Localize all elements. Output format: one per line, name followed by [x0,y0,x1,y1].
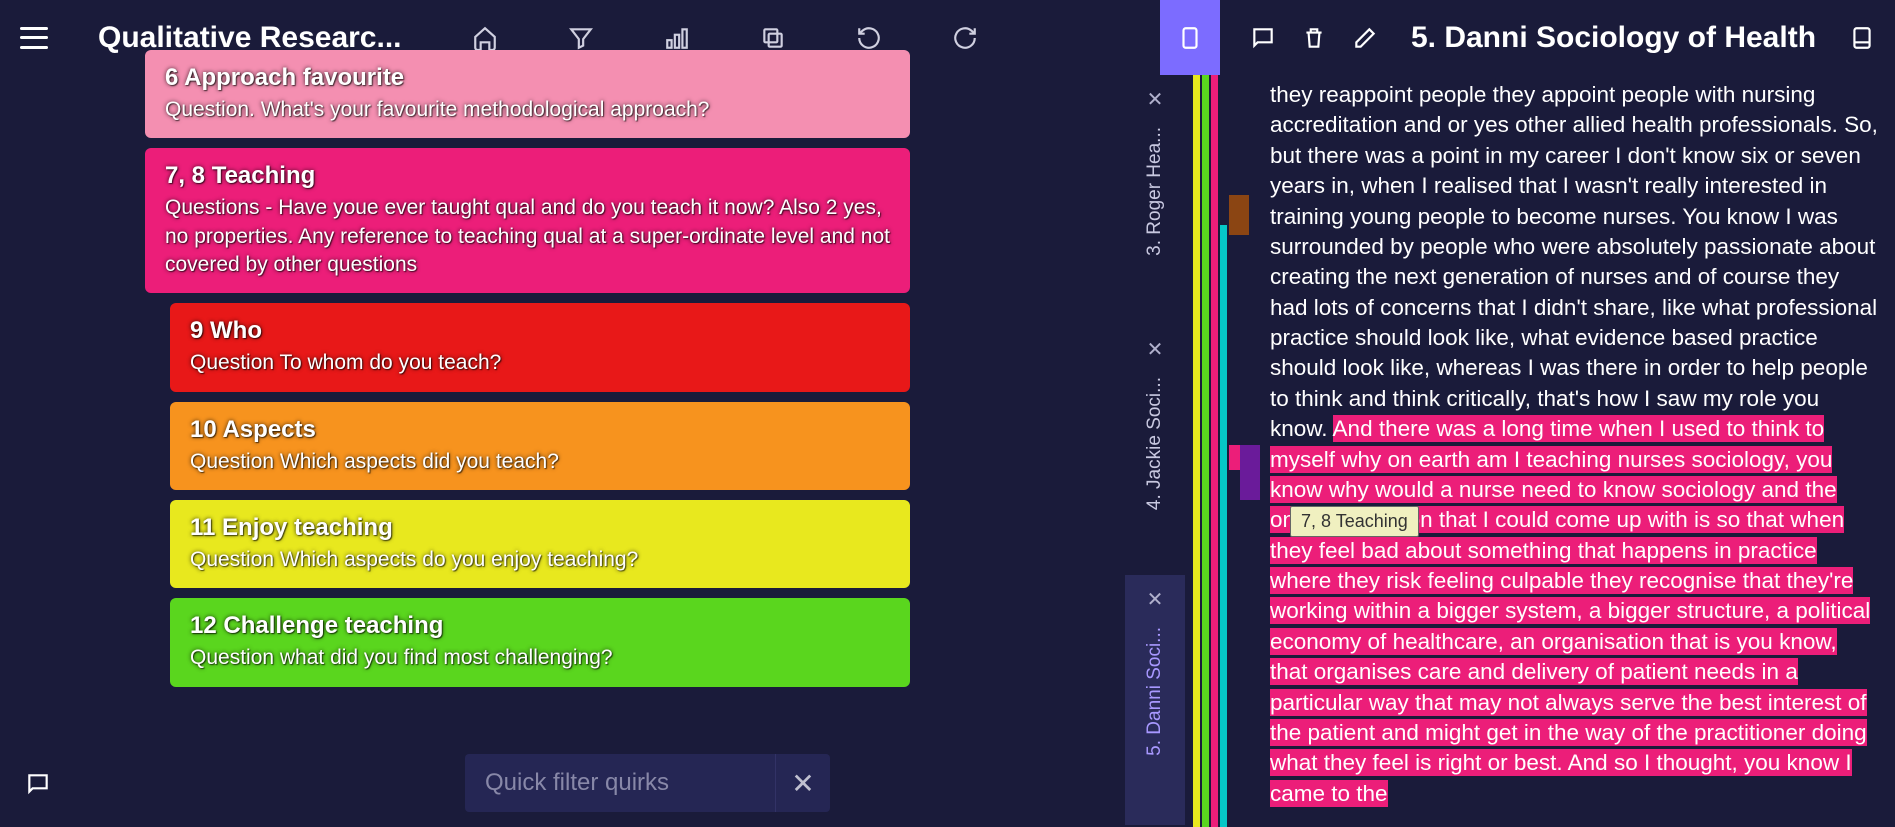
document-title: 5. Danni Sociology of Health [1408,21,1819,55]
document-tab[interactable]: ✕ 3. Roger Hea... [1125,75,1185,325]
document-icon [1177,25,1203,51]
close-icon[interactable]: ✕ [1147,587,1164,612]
chat-icon[interactable] [25,771,51,797]
code-card-c6[interactable]: 6 Approach favourite Question. What's you… [145,50,910,138]
code-title: 9 Who [190,317,890,345]
code-description: Question To whom do you teach? [190,349,890,377]
undo-icon[interactable] [856,25,882,51]
code-description: Question Which aspects did you teach? [190,448,890,476]
menu-button[interactable] [20,27,48,49]
code-title: 10 Aspects [190,416,890,444]
code-stripes[interactable] [1185,75,1265,827]
code-card-c12[interactable]: 12 Challenge teaching Question what did y… [170,598,910,686]
codes-list: 6 Approach favouriteQuestion. What's you… [75,75,1125,827]
code-title: 7, 8 Teaching [165,162,890,190]
code-card-c10[interactable]: 10 Aspects Question Which aspects did you… [170,402,910,490]
doc-text-plain: they reappoint people they appoint peopl… [1270,82,1878,441]
filter-icon[interactable] [568,25,594,51]
close-icon[interactable]: ✕ [1147,337,1164,362]
close-icon[interactable]: ✕ [1147,87,1164,112]
redo-icon[interactable] [952,25,978,51]
code-description: Question. What's your favourite methodol… [165,96,890,124]
home-icon[interactable] [472,25,498,51]
document-tabs: ✕ 3. Roger Hea... ✕ 4. Jackie Soci... ✕ 5. Da… [1125,75,1185,827]
doc-text-highlighted: And there was a long time when I used to… [1270,415,1870,807]
code-description: Question Which aspects do you enjoy teac… [190,546,890,574]
quick-filter: ✕ [465,754,830,812]
book-icon[interactable] [1849,25,1875,51]
code-card-c11[interactable]: 11 Enjoy teaching Question Which aspects … [170,500,910,588]
trash-icon[interactable] [1301,25,1327,51]
tab-label: 3. Roger Hea... [1144,127,1166,256]
code-title: 11 Enjoy teaching [190,514,890,542]
tab-label: 5. Danni Soci... [1144,627,1166,756]
clear-filter-button[interactable]: ✕ [775,754,830,812]
code-card-c9[interactable]: 9 Who Question To whom do you teach? [170,303,910,391]
code-title: 12 Challenge teaching [190,612,890,640]
document-tab[interactable]: ✕ 5. Danni Soci... [1125,575,1185,825]
active-doc-tab[interactable] [1160,0,1220,75]
code-description: Question what did you find most challeng… [190,644,890,672]
chart-icon[interactable] [664,25,690,51]
document-tab[interactable]: ✕ 4. Jackie Soci... [1125,325,1185,575]
tab-label: 4. Jackie Soci... [1144,377,1166,510]
document-body[interactable]: they reappoint people they appoint peopl… [1265,75,1895,827]
code-title: 6 Approach favourite [165,64,890,92]
code-description: Questions - Have youe ever taught qual a… [165,194,890,279]
code-tooltip: 7, 8 Teaching [1290,506,1419,537]
copy-icon[interactable] [760,25,786,51]
code-card-c78[interactable]: 7, 8 Teaching Questions - Have youe ever … [145,148,910,293]
quick-filter-input[interactable] [465,769,775,797]
edit-icon[interactable] [1352,25,1378,51]
comment-icon[interactable] [1250,25,1276,51]
